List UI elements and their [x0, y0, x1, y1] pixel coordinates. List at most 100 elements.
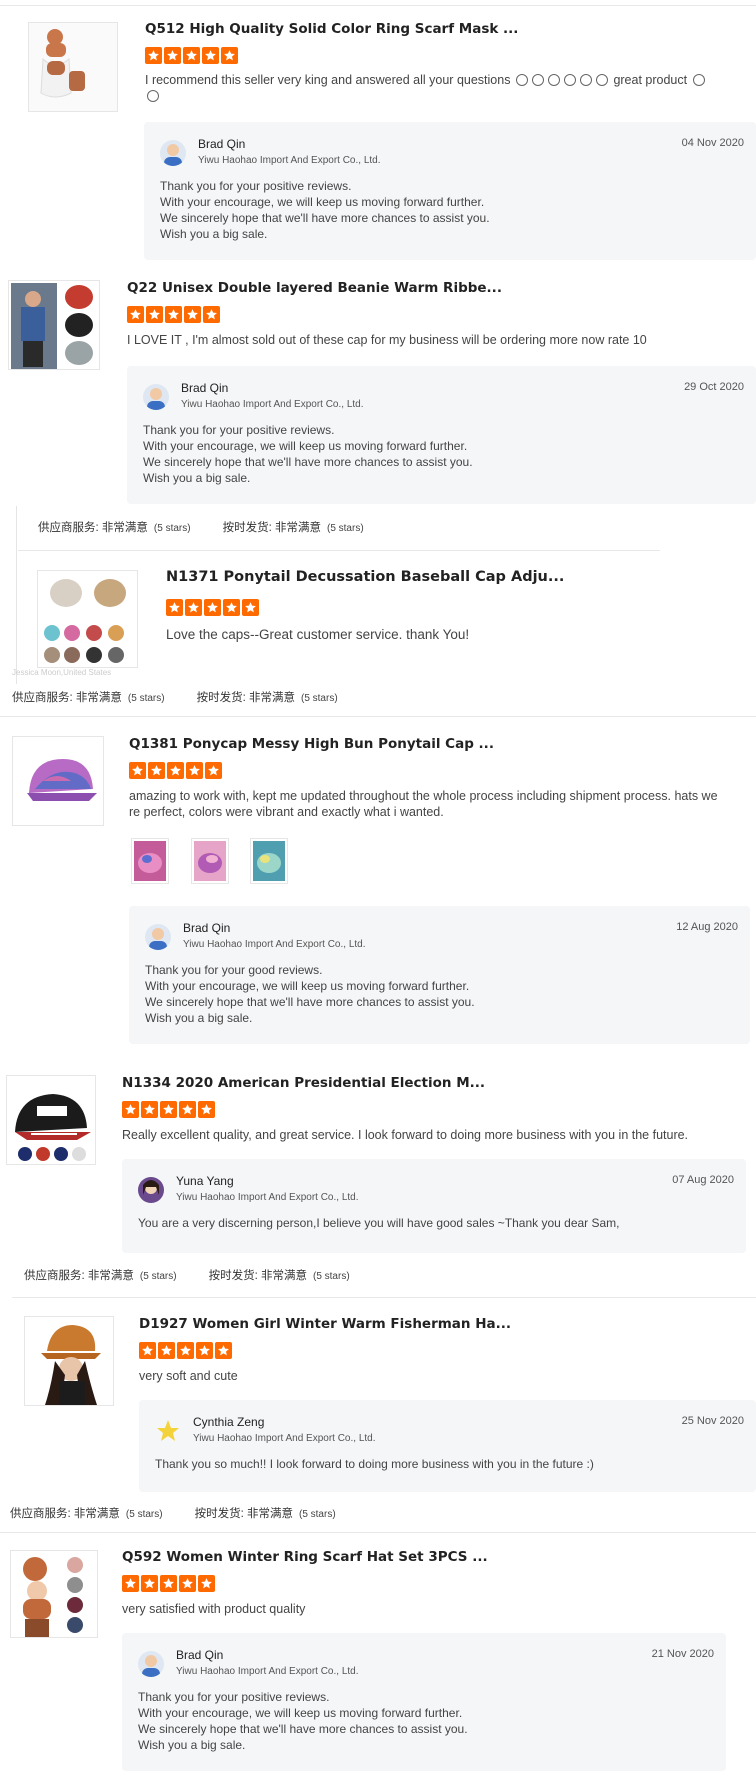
product-thumbnail[interactable] — [10, 1550, 98, 1638]
replier-company: Yiwu Haohao Import And Export Co., Ltd. — [176, 1192, 359, 1203]
emoji-icon — [579, 74, 592, 86]
star-icon — [196, 1342, 213, 1359]
product-title[interactable]: Q22 Unisex Double layered Beanie Warm Ri… — [127, 280, 502, 296]
emoji-icon — [147, 90, 159, 102]
divider — [16, 506, 17, 684]
review-text: Love the caps--Great customer service. t… — [166, 627, 470, 642]
reply-date: 04 Nov 2020 — [681, 137, 744, 149]
review-text: very satisfied with product quality — [122, 1602, 306, 1616]
reply-message: Thank you for your good reviews. With you… — [145, 963, 475, 1025]
star-icon — [160, 1101, 177, 1118]
emoji-icon — [563, 74, 576, 86]
seller-reply: Brad Qin Yiwu Haohao Import And Export C… — [122, 1633, 726, 1771]
replier-name: Brad Qin — [176, 1648, 224, 1662]
rating-stars — [127, 306, 220, 323]
replier-company: Yiwu Haohao Import And Export Co., Ltd. — [198, 155, 381, 166]
review-photo[interactable] — [250, 838, 288, 884]
product-thumbnail[interactable] — [28, 22, 118, 112]
star-icon — [223, 599, 240, 616]
star-icon — [179, 1575, 196, 1592]
star-avatar-icon — [155, 1418, 181, 1444]
star-icon — [122, 1101, 139, 1118]
star-icon — [160, 1575, 177, 1592]
emoji-icon — [595, 74, 608, 86]
seller-reply: Brad Qin Yiwu Haohao Import And Export C… — [144, 122, 756, 260]
replier-name: Cynthia Zeng — [193, 1415, 265, 1429]
star-icon — [185, 599, 202, 616]
star-icon — [122, 1575, 139, 1592]
product-title[interactable]: Q1381 Ponycap Messy High Bun Ponytail Ca… — [129, 736, 494, 752]
star-icon — [221, 47, 238, 64]
star-icon — [198, 1101, 215, 1118]
star-icon — [179, 1101, 196, 1118]
star-icon — [205, 762, 222, 779]
review-photo[interactable] — [131, 838, 169, 884]
product-thumbnail[interactable] — [24, 1316, 114, 1406]
star-icon — [167, 762, 184, 779]
divider — [12, 1297, 756, 1298]
review-text: I recommend this seller very king and an… — [145, 72, 735, 104]
star-icon — [141, 1575, 158, 1592]
rating-stars — [139, 1342, 232, 1359]
star-icon — [148, 762, 165, 779]
review-text: Really excellent quality, and great serv… — [122, 1128, 689, 1142]
product-title[interactable]: N1371 Ponytail Decussation Baseball Cap … — [166, 569, 564, 585]
rating-stars — [122, 1101, 215, 1118]
star-icon — [141, 1101, 158, 1118]
review-photo[interactable] — [191, 838, 229, 884]
star-icon — [145, 47, 162, 64]
star-icon — [166, 599, 183, 616]
product-thumbnail[interactable] — [8, 280, 100, 370]
replier-company: Yiwu Haohao Import And Export Co., Ltd. — [181, 399, 364, 410]
replier-name: Brad Qin — [198, 137, 246, 151]
star-icon — [177, 1342, 194, 1359]
replier-name: Brad Qin — [183, 921, 231, 935]
reply-date: 07 Aug 2020 — [672, 1174, 734, 1186]
reply-message: Thank you so much!! I look forward to do… — [155, 1457, 594, 1471]
star-icon — [146, 306, 163, 323]
star-icon — [158, 1342, 175, 1359]
replier-company: Yiwu Haohao Import And Export Co., Ltd. — [193, 1433, 376, 1444]
star-icon — [164, 47, 181, 64]
star-icon — [184, 306, 201, 323]
star-icon — [202, 47, 219, 64]
product-title[interactable]: D1927 Women Girl Winter Warm Fisherman H… — [139, 1316, 511, 1332]
reply-date: 25 Nov 2020 — [681, 1415, 744, 1427]
seller-reply: Cynthia Zeng Yiwu Haohao Import And Expo… — [139, 1400, 756, 1492]
star-icon — [183, 47, 200, 64]
star-icon — [242, 599, 259, 616]
reply-date: 29 Oct 2020 — [684, 381, 744, 393]
emoji-icon — [515, 74, 528, 86]
seller-reply: Brad Qin Yiwu Haohao Import And Export C… — [129, 906, 750, 1044]
star-icon — [215, 1342, 232, 1359]
user-avatar-icon — [138, 1651, 164, 1677]
product-title[interactable]: Q512 High Quality Solid Color Ring Scarf… — [145, 21, 518, 37]
emoji-icon — [692, 74, 705, 86]
rating-summary: 供应商服务: 非常满意 (5 stars) 按时发货: 非常满意 (5 stars) — [10, 1508, 336, 1520]
divider — [0, 1532, 756, 1533]
product-title[interactable]: N1334 2020 American Presidential Electio… — [122, 1075, 485, 1091]
reply-date: 21 Nov 2020 — [651, 1648, 714, 1660]
product-title[interactable]: Q592 Women Winter Ring Scarf Hat Set 3PC… — [122, 1549, 488, 1565]
reply-message: You are a very discerning person,I belie… — [138, 1216, 620, 1230]
divider — [0, 5, 756, 6]
seller-reply: Brad Qin Yiwu Haohao Import And Export C… — [127, 366, 756, 504]
rating-stars — [145, 47, 238, 64]
reply-message: Thank you for your positive reviews. With… — [160, 179, 490, 241]
rating-summary: 供应商服务: 非常满意 (5 stars) 按时发货: 非常满意 (5 stars) — [12, 692, 338, 704]
rating-stars — [122, 1575, 215, 1592]
star-icon — [198, 1575, 215, 1592]
product-thumbnail[interactable] — [37, 570, 138, 668]
star-icon — [127, 306, 144, 323]
rating-summary: 供应商服务: 非常满意 (5 stars) 按时发货: 非常满意 (5 stars) — [38, 522, 364, 534]
seller-reply: Yuna Yang Yiwu Haohao Import And Export … — [122, 1159, 746, 1253]
product-thumbnail[interactable] — [6, 1075, 96, 1165]
divider — [0, 716, 756, 717]
star-icon — [165, 306, 182, 323]
replier-company: Yiwu Haohao Import And Export Co., Ltd. — [183, 939, 366, 950]
product-thumbnail[interactable] — [12, 736, 104, 826]
replier-company: Yiwu Haohao Import And Export Co., Ltd. — [176, 1666, 359, 1677]
star-icon — [129, 762, 146, 779]
review-text: very soft and cute — [139, 1369, 238, 1383]
rating-stars — [166, 599, 259, 616]
